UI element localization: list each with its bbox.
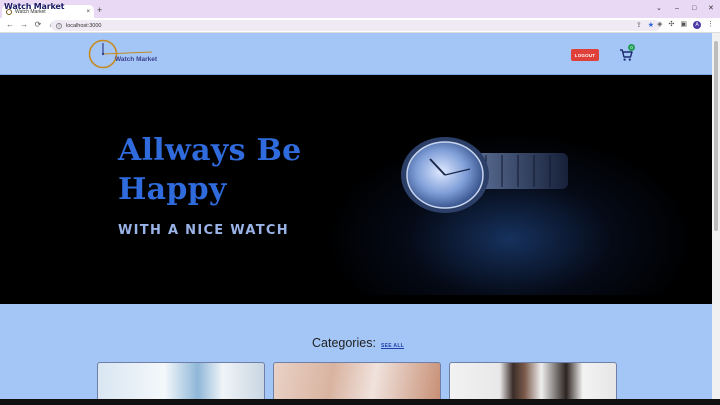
wristwatch-image xyxy=(401,137,568,213)
site-header: Watch Market LOGOUT 0 xyxy=(0,33,712,75)
site-info-icon[interactable]: i xyxy=(56,22,62,29)
new-tab-button[interactable]: + xyxy=(97,6,102,15)
category-card[interactable] xyxy=(273,362,441,402)
overlay-caption: Watch Market xyxy=(4,2,65,11)
hero-banner: Allways Be Happy WITH A NICE WATCH xyxy=(0,75,712,304)
logout-button[interactable]: LOGOUT xyxy=(571,49,599,61)
categories-section: Categories: SEE ALL xyxy=(0,304,712,405)
web-page: Watch Market LOGOUT 0 Allways Be Happy W… xyxy=(0,33,712,405)
category-card[interactable] xyxy=(449,362,617,402)
bookmark-star-icon[interactable]: ★ xyxy=(648,21,654,29)
browser-toolbar: ← → ⟳ ⌂ i localhost:3000 ⇪ ★ ◈ ✣ ▣ A ⋮ xyxy=(0,18,720,33)
logo-text[interactable]: Watch Market xyxy=(115,56,157,63)
share-icon[interactable]: ⇪ xyxy=(636,21,642,29)
scrollbar-thumb[interactable] xyxy=(714,41,718,231)
close-window-button[interactable]: ✕ xyxy=(708,4,714,13)
sidepanel-icon[interactable]: ▣ xyxy=(680,20,687,29)
profile-avatar[interactable]: A xyxy=(693,20,701,29)
see-all-link[interactable]: SEE ALL xyxy=(381,343,404,349)
maximize-button[interactable]: □ xyxy=(692,4,696,13)
address-bar[interactable]: i localhost:3000 ⇪ ★ xyxy=(51,20,660,31)
minimize-button[interactable]: – xyxy=(675,4,679,13)
tab-close-icon[interactable]: × xyxy=(86,9,90,15)
cart-count-badge: 0 xyxy=(628,44,635,51)
address-url[interactable]: localhost:3000 xyxy=(66,23,101,29)
hero-title: Allways Be Happy xyxy=(118,131,302,209)
forward-icon[interactable]: → xyxy=(20,21,28,29)
tab-search-icon[interactable]: ⌄ xyxy=(656,4,662,13)
hero-title-line2: Happy xyxy=(118,172,227,207)
browser-window: Watch Market × Watch Market + ⌄ – □ ✕ ← … xyxy=(0,0,720,405)
menu-kebab-icon[interactable]: ⋮ xyxy=(707,20,714,29)
taskbar-strip xyxy=(0,399,720,405)
hero-title-line1: Allways Be xyxy=(118,133,302,168)
categories-title: Categories: xyxy=(312,336,376,350)
tab-strip: Watch Market × Watch Market + ⌄ – □ ✕ xyxy=(0,0,720,18)
watch-logo-icon[interactable] xyxy=(88,37,168,71)
reload-icon[interactable]: ⟳ xyxy=(34,21,42,29)
back-icon[interactable]: ← xyxy=(6,21,14,29)
page-scrollbar[interactable] xyxy=(712,33,720,405)
extensions-icon[interactable]: ✣ xyxy=(669,20,675,29)
category-card[interactable] xyxy=(97,362,265,402)
shield-extension-icon[interactable]: ◈ xyxy=(657,20,662,29)
hero-subtitle: WITH A NICE WATCH xyxy=(118,223,289,238)
